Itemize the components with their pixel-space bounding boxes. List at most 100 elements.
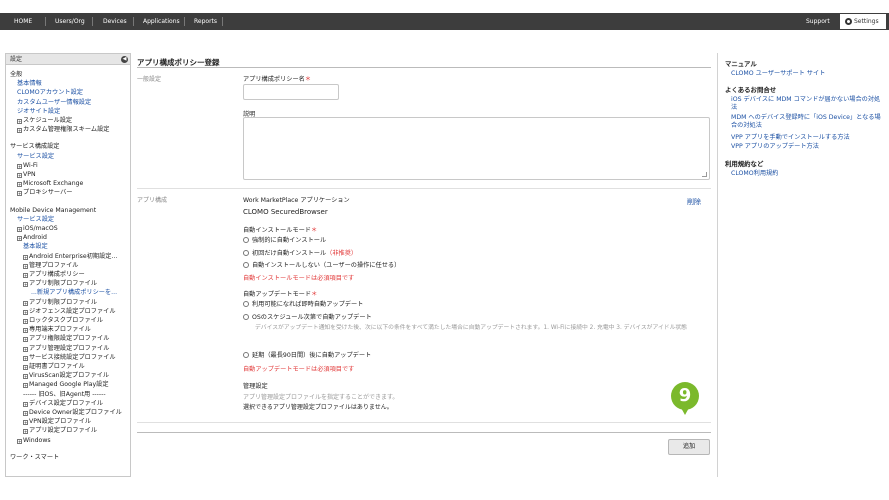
faq-link[interactable]: VPP アプリを手動でインストールする方法 (731, 134, 881, 142)
sidebar-item[interactable]: + Managed Google Play設定 (23, 381, 109, 389)
sidebar-item[interactable]: Mobile Device Management (10, 207, 96, 215)
expand-icon[interactable]: + (23, 254, 28, 260)
install-option-first-time[interactable]: 初回だけ自動インストール（非推奨） (243, 248, 357, 257)
expand-icon[interactable]: + (23, 300, 28, 306)
expand-icon[interactable]: + (17, 119, 22, 124)
expand-icon[interactable]: + (23, 374, 28, 380)
expand-icon[interactable]: + (17, 163, 22, 169)
expand-icon[interactable]: + (17, 128, 22, 134)
policy-name-label: アプリ構成ポリシー名＊ (243, 74, 311, 83)
nav-devices[interactable]: Devices (103, 13, 127, 30)
sidebar-item[interactable]: + カスタム管理権限スキーム設定 (17, 126, 109, 134)
policy-name-input[interactable] (243, 84, 339, 100)
add-button[interactable]: 追加 (668, 439, 710, 455)
sidebar-link[interactable]: サービス設定 (17, 153, 54, 161)
description-textarea[interactable] (243, 117, 710, 180)
divider (137, 188, 711, 189)
expand-icon[interactable]: + (23, 346, 28, 352)
sidebar-link[interactable]: 基本情報 (17, 80, 42, 88)
update-option-os-schedule[interactable]: OSのスケジュール次第で自動アップデート (243, 312, 372, 321)
nav-home[interactable]: HOME (14, 13, 32, 30)
faq-link[interactable]: iOS デバイスに MDM コマンドが届かない場合の対処法 (731, 96, 881, 112)
install-option-force[interactable]: 強制的に自動インストール (243, 235, 326, 244)
faq-link[interactable]: VPP アプリのアップデート方法 (731, 143, 881, 151)
expand-icon[interactable]: + (23, 309, 28, 315)
sidebar-link[interactable]: CLOMOアカウント設定 (17, 89, 83, 97)
expand-icon[interactable]: + (17, 191, 22, 197)
sidebar-item-label: アプリ管理設定プロファイル (29, 344, 110, 352)
sidebar-item[interactable]: + VPN設定プロファイル (23, 418, 91, 426)
sidebar-item[interactable]: ------ 旧OS、旧Agent用 ------ (23, 391, 106, 399)
sidebar-item[interactable]: + アプリ制限プロファイル (23, 299, 97, 307)
expand-icon[interactable]: + (17, 227, 22, 232)
help-panel: マニュアル CLOMO ユーザーサポート サイト よくあるお問合せ iOS デバ… (717, 53, 889, 477)
expand-icon[interactable]: + (23, 401, 28, 407)
expand-icon[interactable]: + (23, 319, 28, 324)
sidebar-item-label: サービス接続設定プロファイル (29, 353, 116, 361)
sidebar-item[interactable]: + サービス接続設定プロファイル (23, 354, 116, 362)
expand-icon[interactable]: + (17, 173, 22, 178)
expand-icon[interactable]: + (17, 236, 22, 242)
sidebar-item[interactable]: サービス構成設定 (10, 143, 60, 151)
sidebar-item-label: Managed Google Play設定 (29, 381, 109, 389)
expand-icon[interactable]: + (23, 282, 28, 288)
sidebar-item[interactable]: + 証明書プロファイル (23, 363, 85, 371)
expand-icon[interactable]: + (23, 420, 28, 426)
nav-support[interactable]: Support (806, 13, 830, 30)
delete-link[interactable]: 削除 (687, 197, 701, 207)
nav-reports[interactable]: Reports (194, 13, 217, 30)
sidebar-link[interactable]: ...新規アプリ構成ポリシーを... (31, 289, 117, 297)
sidebar-item[interactable]: + アプリ制限プロファイル (23, 280, 97, 288)
terms-link[interactable]: CLOMO利用規約 (731, 170, 881, 178)
expand-icon[interactable]: + (23, 411, 28, 416)
expand-icon[interactable]: + (23, 383, 28, 389)
manual-link[interactable]: CLOMO ユーザーサポート サイト (731, 70, 881, 78)
sidebar-item[interactable]: ワーク・スマート (10, 454, 59, 462)
expand-icon[interactable]: + (23, 263, 28, 269)
expand-icon[interactable]: + (17, 182, 22, 188)
sidebar-link[interactable]: 基本設定 (23, 243, 48, 251)
sidebar-item[interactable]: + アプリ権限設定プロファイル (23, 335, 109, 343)
sidebar-link[interactable]: サービス設定 (17, 216, 54, 224)
sidebar-link[interactable]: カスタムユーザー情報設定 (17, 99, 91, 107)
nav-applications[interactable]: Applications (143, 13, 180, 30)
nav-settings[interactable]: Settings (840, 14, 886, 29)
expand-icon[interactable]: + (23, 429, 28, 435)
sidebar-item[interactable]: + Device Owner設定プロファイル (23, 409, 122, 417)
sidebar-item[interactable]: + アプリ管理設定プロファイル (23, 345, 109, 353)
resize-handle-icon[interactable] (702, 172, 707, 177)
sidebar-item[interactable]: + VPN (17, 171, 36, 179)
divider (137, 422, 711, 423)
sidebar-item[interactable]: + Wi-Fi (17, 162, 38, 170)
sidebar-item[interactable]: + ジオフェンス設定プロファイル (23, 308, 116, 316)
expand-icon[interactable]: + (23, 365, 28, 370)
sidebar-item[interactable]: + スケジュール設定 (17, 117, 72, 125)
sidebar-item[interactable]: + デバイス設定プロファイル (23, 400, 103, 408)
faq-link[interactable]: MDM へのデバイス登録時に「iOS Device」となる場合の対処法 (731, 114, 881, 130)
sidebar-item[interactable]: + Windows (17, 437, 51, 445)
sidebar-link[interactable]: ジオサイト設定 (17, 108, 60, 116)
sidebar-item[interactable]: + 専用端末プロファイル (23, 326, 91, 334)
sidebar-item[interactable]: 全般 (10, 71, 22, 79)
expand-icon[interactable]: + (17, 438, 22, 444)
sidebar-item[interactable]: + 管理プロファイル (23, 262, 79, 270)
sidebar-item[interactable]: + Microsoft Exchange (17, 180, 83, 188)
expand-icon[interactable]: + (23, 355, 28, 361)
sidebar-item[interactable]: + プロキシサーバー (17, 189, 72, 197)
sidebar-item[interactable]: + iOS/macOS (17, 225, 58, 233)
expand-icon[interactable]: + (23, 273, 28, 278)
sidebar-item[interactable]: + ロックタスクプロファイル (23, 317, 103, 325)
update-option-postpone[interactable]: 延期（最長90日間）後に自動アップデート (243, 350, 371, 359)
expand-icon[interactable]: + (23, 337, 28, 343)
update-option-immediate[interactable]: 利用可能になれば即時自動アップデート (243, 299, 363, 308)
nav-users-org[interactable]: Users/Org (55, 13, 85, 30)
sidebar-item[interactable]: + VirusScan設定プロファイル (23, 372, 109, 380)
sidebar-item[interactable]: + Android (17, 234, 47, 242)
sidebar-item[interactable]: + Android Enterprise初期設定... (23, 253, 117, 261)
collapse-sidebar-icon[interactable]: ◀ (121, 56, 128, 63)
expand-icon[interactable]: + (23, 328, 28, 334)
terms-heading: 利用規約など (725, 160, 764, 168)
sidebar-item[interactable]: + アプリ構成ポリシー (23, 271, 85, 279)
install-option-manual[interactable]: 自動インストールしない（ユーザーの操作に任せる） (243, 260, 400, 269)
sidebar-item[interactable]: + アプリ設定プロファイル (23, 427, 97, 435)
